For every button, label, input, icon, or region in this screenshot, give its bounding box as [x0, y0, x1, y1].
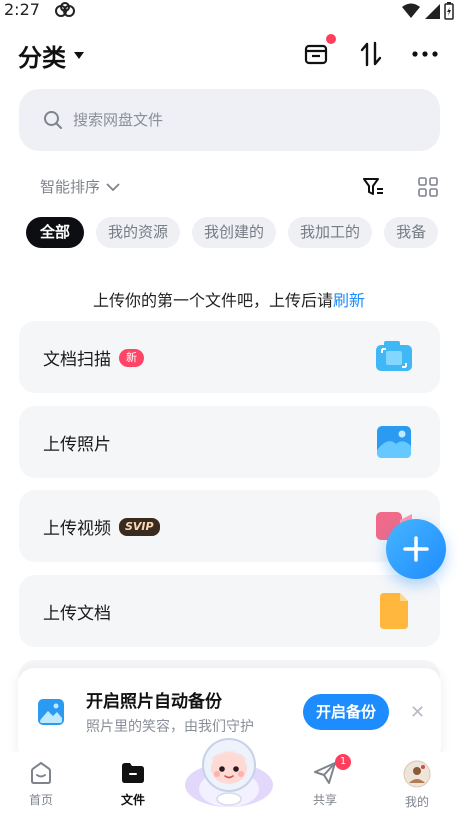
more-button[interactable]	[411, 40, 439, 68]
tab-files[interactable]: 文件	[103, 760, 163, 808]
plus-icon	[403, 536, 429, 562]
tab-label: 共享	[312, 793, 337, 807]
battery-icon	[444, 2, 454, 20]
card-label: 上传视频	[43, 519, 111, 539]
filter-button[interactable]	[363, 177, 385, 201]
filter-icon	[363, 178, 383, 195]
search-bar[interactable]	[19, 89, 440, 151]
svip-badge: SVIP	[119, 517, 160, 536]
card-label: 文档扫描	[43, 350, 111, 370]
chip-my-resources[interactable]: 我的资源	[96, 217, 181, 248]
gallery-icon	[37, 698, 65, 730]
upload-video-card[interactable]: 上传视频 SVIP	[19, 490, 440, 562]
search-icon	[43, 110, 63, 130]
upload-photo-card[interactable]: 上传照片	[19, 406, 440, 478]
tab-share[interactable]: 1 共享	[295, 754, 355, 808]
chip-all[interactable]: 全部	[26, 217, 85, 248]
upload-document-card[interactable]: 上传文档	[19, 575, 440, 647]
folder-icon	[122, 763, 144, 783]
notification-dot	[326, 34, 336, 44]
enable-backup-button[interactable]: 开启备份	[303, 694, 389, 730]
close-icon[interactable]: ✕	[410, 702, 425, 723]
scan-icon	[376, 339, 412, 375]
tab-home[interactable]: 首页	[11, 760, 71, 808]
card-label: 上传照片	[43, 435, 111, 455]
banner-title: 开启照片自动备份	[86, 692, 222, 712]
card-label: 上传文档	[43, 604, 111, 624]
more-dots-icon	[412, 51, 438, 57]
signal-icon	[425, 4, 440, 19]
chevron-down-icon	[106, 182, 120, 191]
tab-label: 文件	[120, 793, 145, 807]
chip-my-backup[interactable]: 我备	[384, 217, 439, 248]
sort-dropdown[interactable]: 智能排序	[40, 176, 120, 197]
wifi-icon	[402, 3, 420, 18]
refresh-link[interactable]: 刷新	[333, 291, 365, 310]
document-icon	[376, 593, 412, 629]
cloud-status-icon	[54, 2, 76, 22]
home-icon	[31, 761, 51, 784]
tab-me[interactable]: 我的	[387, 760, 447, 810]
category-chips: 全部 我的资源 我创建的 我加工的 我备	[26, 217, 439, 248]
caret-down-icon	[74, 52, 84, 59]
tab-label: 首页	[28, 793, 53, 807]
archive-box-icon	[304, 44, 328, 65]
hint-text: 上传你的第一个文件吧，上传后请	[92, 291, 333, 310]
empty-state-hint: 上传你的第一个文件吧，上传后请刷新	[0, 287, 458, 311]
page-title: 分类	[18, 44, 66, 72]
share-badge: 1	[335, 754, 351, 770]
photo-icon	[376, 424, 412, 460]
avatar	[403, 760, 431, 788]
chip-my-processed[interactable]: 我加工的	[288, 217, 373, 248]
add-fab-button[interactable]	[386, 519, 446, 579]
sort-toggle-button[interactable]	[357, 40, 385, 68]
sort-arrows-icon	[360, 41, 382, 67]
status-time: 2:27	[4, 0, 40, 19]
status-bar: 2:27	[0, 0, 458, 22]
grid-view-icon	[418, 177, 438, 197]
scan-document-card[interactable]: 文档扫描 新	[19, 321, 440, 393]
new-badge: 新	[119, 348, 144, 367]
search-input[interactable]	[71, 110, 375, 130]
sort-label: 智能排序	[40, 178, 101, 196]
send-icon	[314, 762, 336, 784]
transfer-list-button[interactable]	[302, 34, 336, 68]
page-title-dropdown[interactable]: 分类	[18, 38, 84, 73]
chip-my-created[interactable]: 我创建的	[192, 217, 277, 248]
status-indicators	[402, 2, 454, 20]
mascot-center-button[interactable]	[183, 731, 275, 811]
tab-label: 我的	[404, 795, 429, 809]
grid-view-button[interactable]	[418, 177, 438, 201]
